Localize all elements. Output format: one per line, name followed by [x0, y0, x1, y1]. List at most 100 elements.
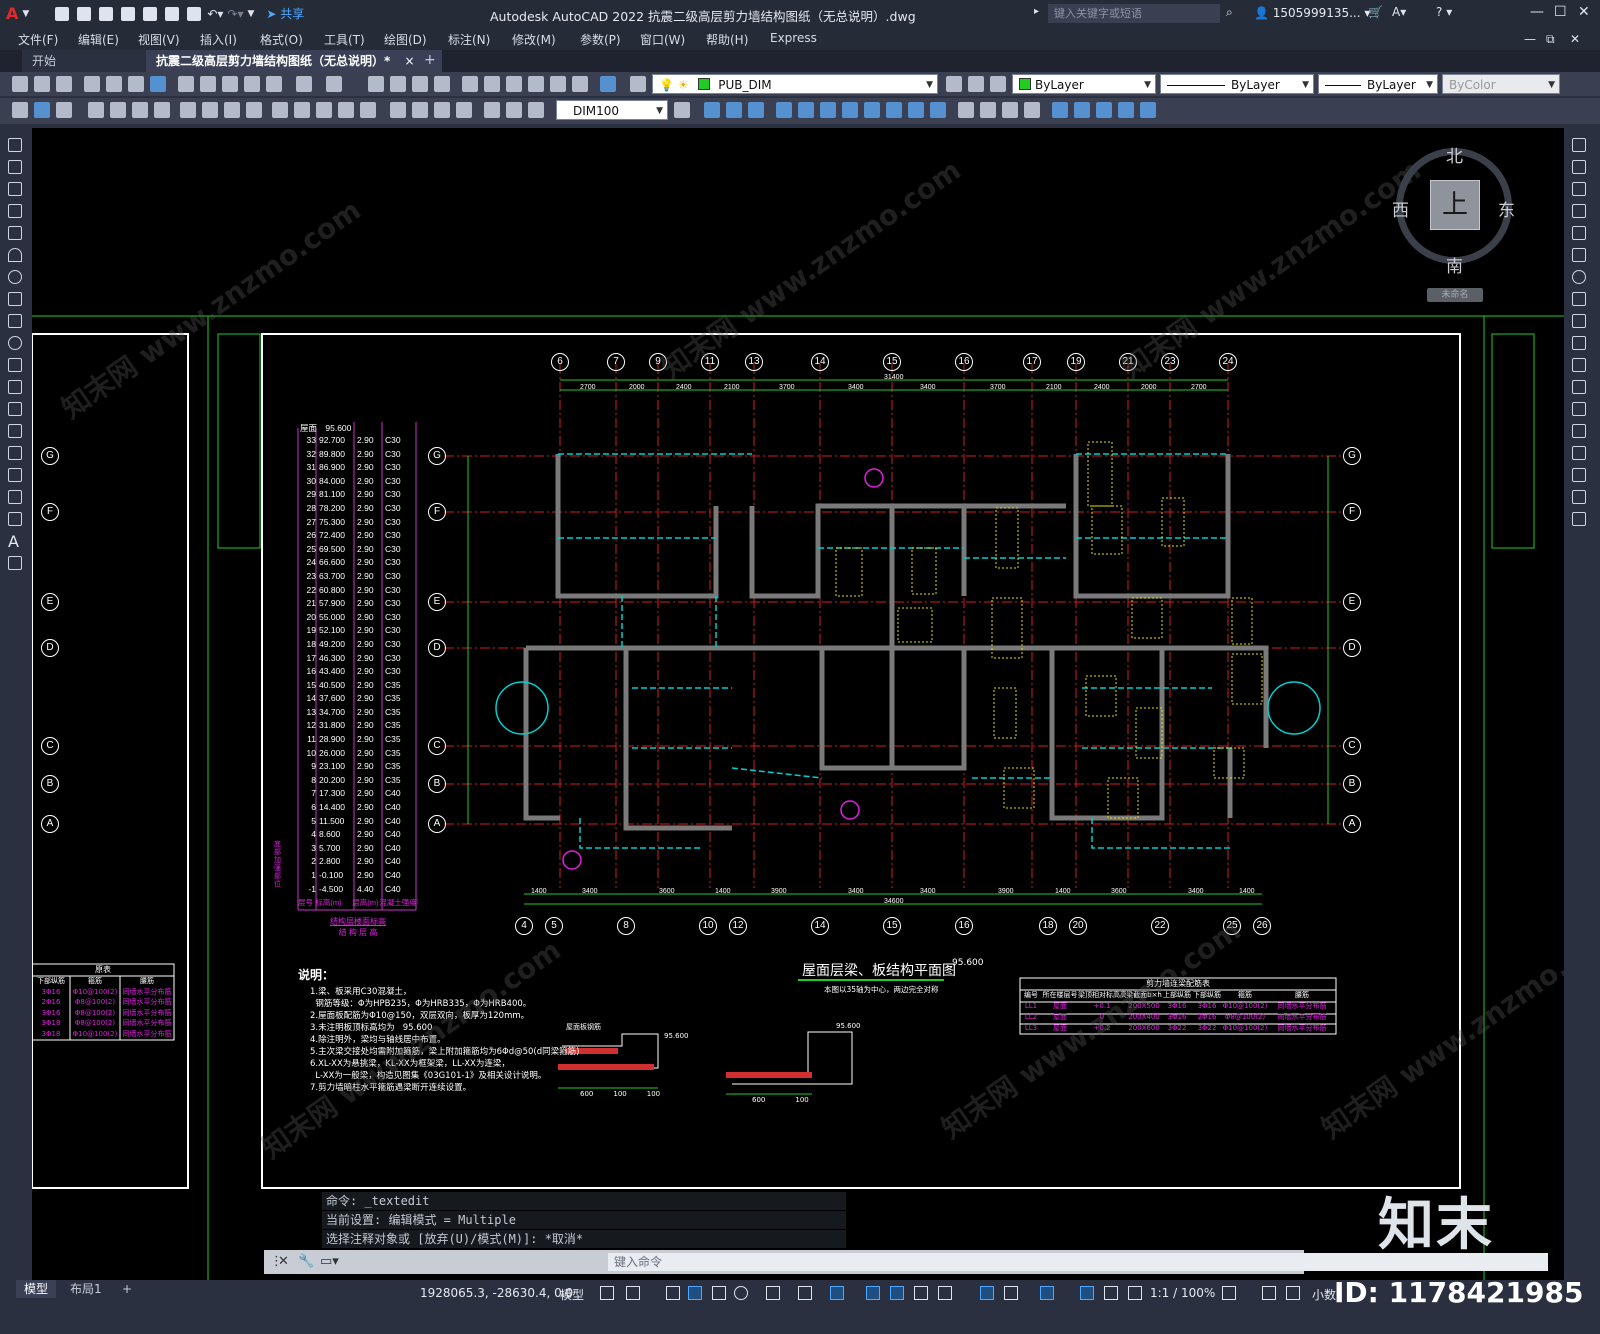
tab-close-icon[interactable]: × — [404, 54, 414, 68]
object-snap-icon[interactable] — [830, 1286, 844, 1300]
break-icon[interactable] — [1572, 402, 1586, 416]
tool-palettes-icon[interactable] — [506, 76, 522, 92]
plot-icon[interactable] — [187, 6, 202, 21]
redo-tb-icon[interactable] — [326, 76, 342, 92]
dim-edit-icon[interactable] — [484, 102, 500, 118]
inspection-icon[interactable] — [434, 102, 450, 118]
save-as-icon[interactable] — [121, 6, 136, 21]
menu-window[interactable]: 窗口(W) — [640, 31, 685, 48]
dim-angular-icon[interactable] — [246, 102, 262, 118]
plot-icon[interactable] — [84, 76, 100, 92]
open-icon[interactable] — [34, 76, 50, 92]
snap-icon[interactable] — [626, 1286, 640, 1300]
maximize-icon[interactable]: ☐ — [1554, 4, 1567, 20]
linetype-dropdown[interactable]: ByLayer ▼ — [1160, 74, 1314, 94]
auto-scale-icon[interactable] — [1104, 1286, 1118, 1300]
tb2-icon-m[interactable] — [980, 102, 996, 118]
extend-icon[interactable] — [1572, 358, 1586, 372]
model-space-toggle[interactable]: 模型 — [560, 1286, 584, 1303]
tb2-icon-a[interactable] — [704, 102, 720, 118]
3d-osnap-icon[interactable] — [938, 1286, 952, 1300]
stretch-icon[interactable] — [1572, 314, 1586, 328]
save-icon[interactable] — [56, 76, 72, 92]
new-tab-button[interactable]: + — [424, 52, 436, 68]
tb2-icon-l[interactable] — [958, 102, 974, 118]
line-icon[interactable] — [8, 138, 22, 152]
paste-icon[interactable] — [222, 76, 238, 92]
lineweight-dropdown[interactable]: ByLayer ▼ — [1318, 74, 1438, 94]
viewcube-west[interactable]: 西 — [1392, 196, 1409, 221]
sheet-set-icon[interactable] — [528, 76, 544, 92]
tab-drawing[interactable]: 抗震二级高层剪力墙结构图纸（无总说明）* × — [146, 50, 442, 72]
search-input[interactable]: 键入关键字或短语 — [1048, 4, 1220, 23]
blend-icon[interactable] — [1572, 490, 1586, 504]
tb2-icon-1[interactable] — [12, 102, 28, 118]
undo-icon[interactable]: ↶▾ — [207, 7, 223, 21]
dim-linear-icon[interactable] — [88, 102, 104, 118]
doc-close-icon[interactable]: ✕ — [1570, 32, 1580, 46]
infer-constraints-icon[interactable] — [666, 1286, 680, 1300]
mirror-icon[interactable] — [1572, 182, 1586, 196]
tb2-icon-f[interactable] — [820, 102, 836, 118]
revcloud-icon[interactable] — [8, 292, 22, 306]
tb2-icon-o[interactable] — [1024, 102, 1040, 118]
user-account[interactable]: 👤 1505999135... ▾ — [1254, 6, 1370, 20]
tb2-icon-b[interactable] — [726, 102, 742, 118]
color-dropdown[interactable]: ByLayer ▼ — [1012, 74, 1156, 94]
coordinates-readout[interactable]: 1928065.3, -28630.4, 0.0 — [420, 1286, 573, 1300]
layer-states-icon[interactable] — [990, 76, 1006, 92]
center-mark-icon[interactable] — [412, 102, 428, 118]
dimstyle-dropdown[interactable]: DIM100 ▼ — [556, 100, 668, 120]
dim-update-icon[interactable] — [528, 102, 544, 118]
make-block-icon[interactable] — [8, 402, 22, 416]
tb2-icon-2[interactable] — [34, 102, 50, 118]
insert-block-icon[interactable] — [8, 380, 22, 394]
add-layout-button[interactable]: + — [114, 1280, 140, 1298]
dim-baseline-icon[interactable] — [294, 102, 310, 118]
tab-model[interactable]: 模型 — [16, 1280, 57, 1298]
tb2-icon-d[interactable] — [776, 102, 792, 118]
tab-layout1[interactable]: 布局1 — [62, 1280, 110, 1298]
cmd-customize-icon[interactable]: 🔧 — [298, 1254, 314, 1269]
ucs-menu[interactable]: 未命名 — [1427, 288, 1483, 302]
annotation-scale[interactable]: 1:1 / 100% — [1150, 1286, 1215, 1300]
menu-express[interactable]: Express — [770, 31, 817, 45]
isodraft-icon[interactable] — [766, 1286, 780, 1300]
chamfer-icon[interactable] — [1572, 446, 1586, 460]
mtext-icon[interactable]: A — [8, 532, 19, 551]
drawing-canvas[interactable]: 6 7 9 11 13 14 15 16 17 19 21 23 24 4 5 8 10 12 14 15 16 18 20… — [32, 128, 1564, 1280]
ortho-icon[interactable] — [712, 1286, 726, 1300]
rectangle-icon[interactable] — [8, 226, 22, 240]
layer-previous-icon[interactable] — [968, 76, 984, 92]
tb2-icon-k[interactable] — [930, 102, 946, 118]
search-icon[interactable]: ⌕ — [1226, 5, 1233, 20]
gizmo-icon[interactable] — [1040, 1286, 1054, 1300]
polar-icon[interactable] — [734, 1286, 748, 1300]
rotate-icon[interactable] — [1572, 270, 1586, 284]
markup-icon[interactable] — [550, 76, 566, 92]
menu-dimension[interactable]: 标注(N) — [448, 31, 490, 48]
array-icon[interactable] — [1572, 226, 1586, 240]
scale-icon[interactable] — [1572, 292, 1586, 306]
erase-icon[interactable] — [1572, 138, 1586, 152]
table-icon[interactable] — [8, 512, 22, 526]
copy-icon[interactable] — [200, 76, 216, 92]
ellipse-icon[interactable] — [8, 336, 22, 350]
share-button[interactable]: ➤ 共享 — [266, 5, 304, 22]
autodesk-a360-icon[interactable]: A▾ — [1392, 5, 1406, 19]
join-icon[interactable] — [1572, 424, 1586, 438]
open-icon[interactable] — [77, 6, 92, 21]
break-point-icon[interactable] — [1572, 380, 1586, 394]
help-button[interactable]: ? ▾ — [1436, 5, 1452, 19]
tb2-icon-p[interactable] — [1052, 102, 1068, 118]
viewcube-top-face[interactable]: 上 — [1430, 180, 1480, 230]
lineweight-icon[interactable] — [866, 1286, 880, 1300]
dimstyle-manager-icon[interactable] — [674, 102, 690, 118]
polygon-icon[interactable] — [8, 204, 22, 218]
menu-help[interactable]: 帮助(H) — [706, 31, 748, 48]
workspace-icon[interactable] — [1222, 1286, 1236, 1300]
spline-icon[interactable] — [8, 314, 22, 328]
jogged-linear-icon[interactable] — [456, 102, 472, 118]
dim-ordinate-icon[interactable] — [154, 102, 170, 118]
search-expand-icon[interactable]: ▸ — [1034, 6, 1039, 17]
